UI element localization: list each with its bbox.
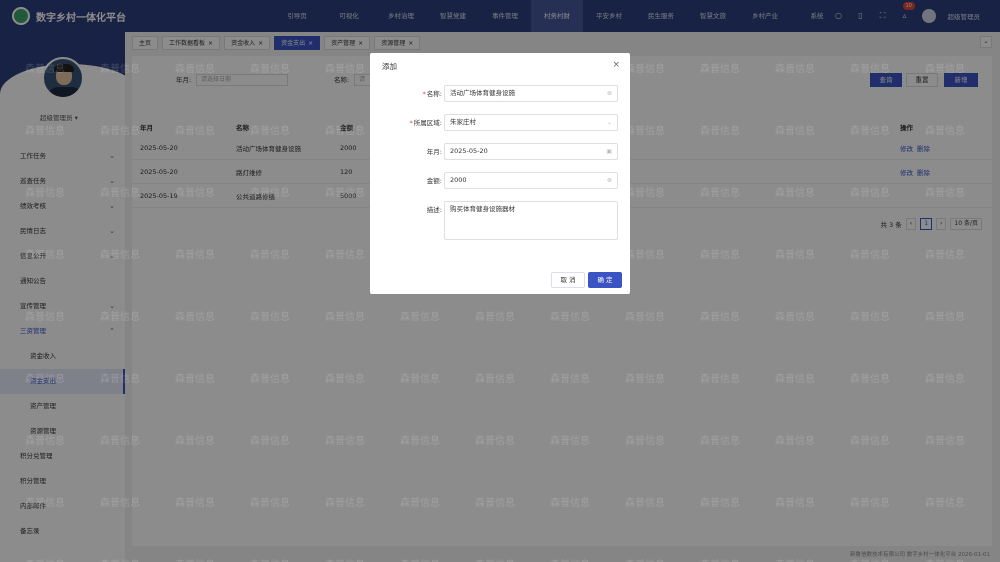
form-row-area: *所属区域: 朱家庄村 ⌄ — [370, 114, 630, 132]
close-icon[interactable]: × — [612, 60, 620, 70]
form-row-amount: 金额: 2000 ⊗ — [370, 172, 630, 190]
confirm-button[interactable]: 确 定 — [588, 272, 622, 288]
cancel-button[interactable]: 取 消 — [551, 272, 585, 288]
description-field[interactable]: 购买体育健身设施器材 — [444, 201, 618, 240]
add-dialog: 添加 × *名称: 活动广场体育健身设施 ⊗ *所属区域: 朱家庄村 ⌄ 年月: 2… — [370, 53, 630, 294]
description-field-label: 描述: — [426, 206, 442, 214]
month-field-label: 年月: — [426, 148, 442, 156]
clear-icon[interactable]: ⊗ — [607, 86, 612, 101]
month-field[interactable]: 2025-05-20 ▣ — [444, 143, 618, 160]
form-row-description: 描述: 购买体育健身设施器材 — [370, 201, 630, 240]
amount-field[interactable]: 2000 ⊗ — [444, 172, 618, 189]
area-select[interactable]: 朱家庄村 ⌄ — [444, 114, 618, 131]
calendar-icon: ▣ — [606, 148, 612, 155]
clear-icon[interactable]: ⊗ — [607, 173, 612, 188]
amount-field-label: 金额: — [426, 177, 442, 185]
form-row-month: 年月: 2025-05-20 ▣ — [370, 143, 630, 161]
chevron-down-icon: ⌄ — [606, 119, 612, 126]
area-field-label: *所属区域: — [409, 119, 442, 127]
dialog-title: 添加 — [382, 62, 397, 71]
name-field[interactable]: 活动广场体育健身设施 ⊗ — [444, 85, 618, 102]
form-row-name: *名称: 活动广场体育健身设施 ⊗ — [370, 85, 630, 103]
name-field-label: *名称: — [422, 90, 442, 98]
